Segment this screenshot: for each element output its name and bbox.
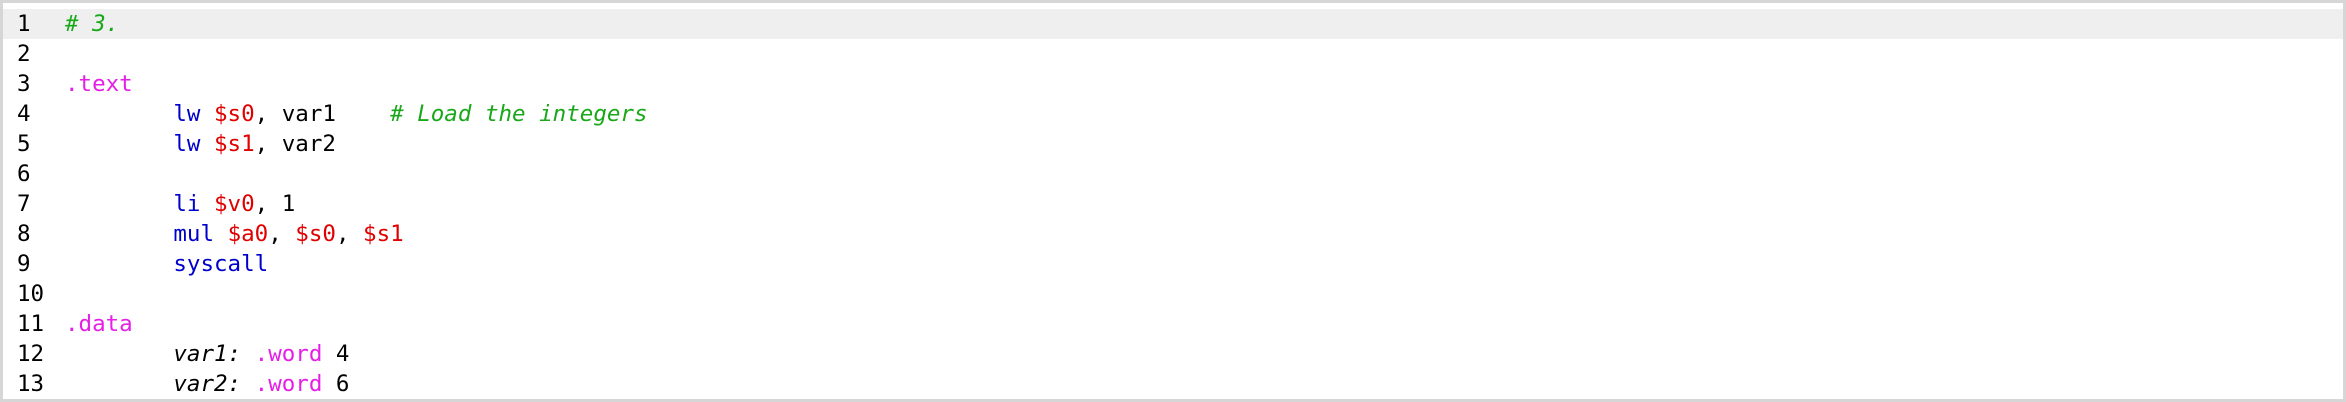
token-plain: , var2 [254, 131, 336, 157]
code-line[interactable]: 2 [3, 39, 2343, 69]
line-number: 9 [17, 251, 31, 277]
code-line[interactable]: 6 [3, 159, 2343, 189]
code-line[interactable]: 4 lw $s0, var1 # Load the integers [3, 99, 2343, 129]
token-plain: , [268, 221, 296, 247]
token-instr: syscall [173, 251, 269, 277]
line-content[interactable]: li $v0, 1 [65, 189, 295, 219]
line-content[interactable]: lw $s1, var2 [65, 129, 336, 159]
token-directive: .word [254, 371, 323, 397]
line-number: 4 [17, 101, 31, 127]
line-number: 13 [17, 371, 45, 397]
code-line[interactable]: 5 lw $s1, var2 [3, 129, 2343, 159]
editor-frame: 1 # 3. 2 3 .text 4 lw $s0, var1 # Load t… [0, 0, 2346, 402]
token-reg: $s1 [363, 221, 404, 247]
code-line[interactable]: 3 .text [3, 69, 2343, 99]
line-content[interactable]: lw $s0, var1 # Load the integers [65, 99, 648, 129]
token-reg: $s0 [295, 221, 336, 247]
token-plain: , var1 [254, 101, 391, 127]
line-content[interactable]: mul $a0, $s0, $s1 [65, 219, 404, 249]
line-content[interactable]: .text [65, 69, 133, 99]
token-directive: .word [254, 341, 323, 367]
line-number: 3 [17, 71, 31, 97]
code-line[interactable]: 1 # 3. [3, 9, 2343, 39]
line-number: 10 [17, 281, 45, 307]
token-reg: $v0 [214, 191, 255, 217]
code-line[interactable]: 10 [3, 279, 2343, 309]
token-comment: # Load the integers [390, 101, 648, 127]
line-number: 2 [17, 41, 31, 67]
token-reg: $a0 [227, 221, 269, 247]
token-plain: 4 [322, 341, 350, 367]
code-line[interactable]: 7 li $v0, 1 [3, 189, 2343, 219]
code-line[interactable]: 13 var2: .word 6 [3, 369, 2343, 399]
token-plain: , [335, 221, 364, 247]
line-number: 12 [17, 341, 45, 367]
token-reg: $s1 [214, 131, 255, 157]
token-instr: li [173, 191, 201, 217]
code-line[interactable]: 12 var1: .word 4 [3, 339, 2343, 369]
line-number: 6 [17, 161, 31, 187]
token-instr: mul [173, 221, 215, 247]
line-content[interactable]: var1: .word 4 [65, 339, 349, 369]
line-content[interactable]: syscall [65, 249, 268, 279]
token-directive: .data [65, 311, 133, 337]
token-label: var2: [173, 371, 242, 397]
code-line[interactable]: 11 .data [3, 309, 2343, 339]
token-instr: lw [173, 131, 201, 157]
token-directive: .text [65, 71, 133, 97]
token-plain: 6 [322, 371, 350, 397]
line-content[interactable]: var2: .word 6 [65, 369, 349, 399]
token-label: var1: [173, 341, 242, 367]
line-number: 7 [17, 191, 31, 217]
code-line[interactable]: 8 mul $a0, $s0, $s1 [3, 219, 2343, 249]
line-content[interactable]: # 3. [65, 9, 119, 39]
token-instr: lw [173, 101, 201, 127]
line-number: 8 [17, 221, 31, 247]
code-editor[interactable]: 1 # 3. 2 3 .text 4 lw $s0, var1 # Load t… [3, 9, 2343, 399]
line-number: 1 [17, 11, 31, 37]
line-number: 11 [17, 311, 45, 337]
token-comment: # 3. [65, 11, 120, 37]
line-number: 5 [17, 131, 31, 157]
token-reg: $s0 [214, 101, 255, 127]
code-line[interactable]: 9 syscall [3, 249, 2343, 279]
token-plain: , 1 [254, 191, 296, 217]
line-content[interactable]: .data [65, 309, 133, 339]
